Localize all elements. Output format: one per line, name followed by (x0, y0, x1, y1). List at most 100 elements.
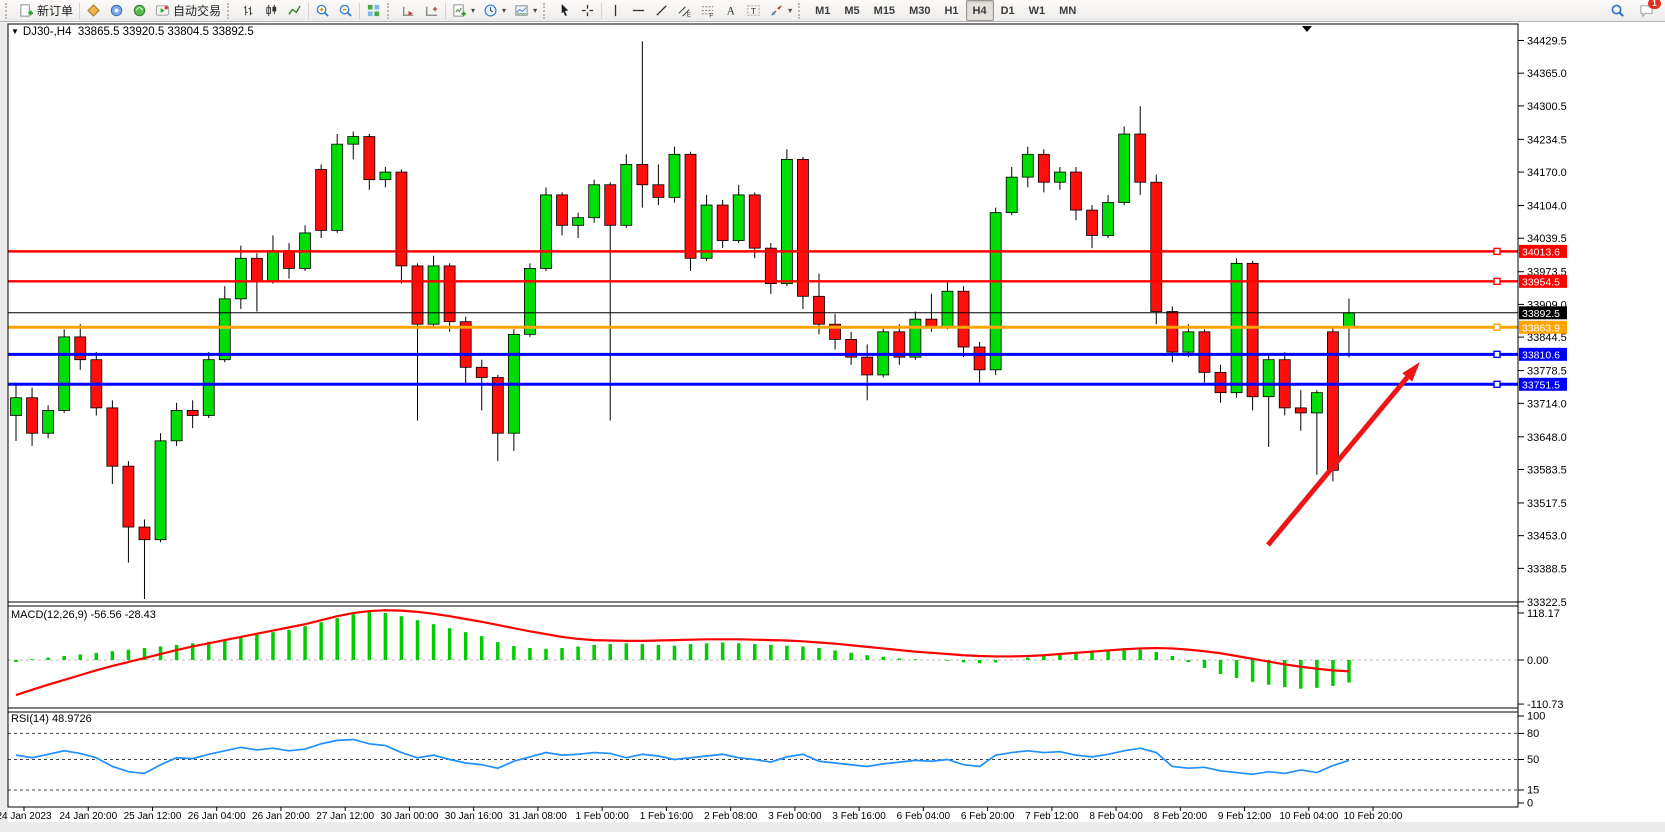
label-icon: T (746, 3, 761, 18)
equidistant-channel-button[interactable]: E (673, 0, 696, 21)
price-level-handle[interactable] (1494, 248, 1500, 254)
candle (797, 159, 808, 296)
candle (1087, 210, 1098, 235)
candle (749, 195, 760, 248)
candle (43, 410, 54, 433)
candle (781, 159, 792, 283)
candle (765, 248, 776, 283)
search-button[interactable] (1606, 0, 1629, 21)
timeframe-m30-button[interactable]: M30 (902, 0, 937, 21)
zoom-out-icon (338, 3, 353, 18)
navigator-button[interactable] (128, 0, 151, 21)
zoom-in-button[interactable] (311, 0, 334, 21)
toolbar-divider (359, 3, 360, 19)
timeframe-d1-button[interactable]: D1 (994, 0, 1022, 21)
macd-tick-label: -110.73 (1527, 699, 1564, 711)
indicators-icon (452, 3, 467, 18)
candle (316, 170, 327, 231)
time-axis-label: 7 Feb 12:00 (1025, 811, 1079, 822)
candle (733, 195, 744, 241)
toolbar-grip (5, 3, 12, 19)
timeframe-h1-button[interactable]: H1 (937, 0, 965, 21)
fibo-icon: F (700, 3, 715, 18)
price-tick-label: 33778.5 (1527, 366, 1567, 378)
time-axis-label: 2 Feb 08:00 (704, 811, 758, 822)
toolbar-grip (798, 3, 805, 19)
chevron-down-icon[interactable]: ▾ (788, 6, 792, 15)
candle (524, 268, 535, 334)
horizontal-line-button[interactable] (627, 0, 650, 21)
timeframe-w1-button[interactable]: W1 (1022, 0, 1053, 21)
chart-window: 34429.534365.034300.534234.534170.034104… (0, 22, 1665, 832)
crosshair-icon (580, 3, 595, 18)
price-level-tag-label: 33954.5 (1522, 276, 1560, 288)
toolbar: 新订单 自动交易 ▾ ▾ ▾ E F AT ▾ M1M5M15M30H1H4D1W1MN 1 (0, 0, 1665, 22)
candle (573, 218, 584, 226)
data-window-button[interactable] (105, 0, 128, 21)
macd-tick-label: 0.00 (1527, 655, 1548, 667)
candle (589, 185, 600, 218)
svg-text:F: F (709, 13, 713, 18)
bar-chart-button[interactable] (237, 0, 260, 21)
chart-svg[interactable]: 34429.534365.034300.534234.534170.034104… (0, 22, 1665, 832)
autotrade-label: 自动交易 (173, 2, 221, 19)
symbol-period-label: DJ30-,H4 (23, 26, 72, 38)
time-axis-label: 26 Jan 20:00 (252, 811, 310, 822)
price-tick-label: 34234.5 (1527, 134, 1567, 146)
new-order-button[interactable]: 新订单 (15, 0, 77, 21)
indicators-button[interactable]: ▾ (448, 0, 479, 21)
clock-icon (483, 3, 498, 18)
timeframe-m15-button[interactable]: M15 (867, 0, 902, 21)
price-tick-label: 33714.0 (1527, 398, 1567, 410)
auto-scroll-button[interactable] (397, 0, 420, 21)
collapse-trade-panel-icon[interactable]: ▼ (11, 27, 19, 36)
crosshair-button[interactable] (576, 0, 599, 21)
template-icon (514, 3, 529, 18)
trendline-button[interactable] (650, 0, 673, 21)
cursor-button[interactable] (553, 0, 576, 21)
chevron-down-icon[interactable]: ▾ (471, 6, 475, 15)
periods-button[interactable]: ▾ (479, 0, 510, 21)
price-level-handle[interactable] (1494, 324, 1500, 330)
chevron-down-icon[interactable]: ▾ (502, 6, 506, 15)
candle (1103, 202, 1114, 235)
vertical-line-button[interactable] (604, 0, 627, 21)
timeframe-m5-button[interactable]: M5 (837, 0, 866, 21)
autotrade-button[interactable]: 自动交易 (151, 0, 225, 21)
candle (492, 377, 503, 433)
zoom-out-button[interactable] (334, 0, 357, 21)
price-level-handle[interactable] (1494, 278, 1500, 284)
chevron-down-icon[interactable]: ▾ (533, 6, 537, 15)
price-level-handle[interactable] (1494, 351, 1500, 357)
time-axis-label: 8 Feb 20:00 (1154, 811, 1208, 822)
navigator-icon (132, 3, 147, 18)
candle (540, 195, 551, 269)
timeframe-h4-button[interactable]: H4 (966, 0, 994, 21)
arrows-button[interactable]: ▾ (765, 0, 796, 21)
search-icon (1610, 3, 1625, 18)
time-axis-label: 24 Jan 2023 (0, 811, 52, 822)
market-watch-button[interactable] (82, 0, 105, 21)
candle (862, 357, 873, 375)
templates-button[interactable]: ▾ (510, 0, 541, 21)
price-tick-label: 33388.5 (1527, 563, 1567, 575)
candle (637, 164, 648, 184)
line-chart-button[interactable] (283, 0, 306, 21)
fibonacci-button[interactable]: F (696, 0, 719, 21)
candlestick-chart-button[interactable] (260, 0, 283, 21)
timeframe-m1-button[interactable]: M1 (808, 0, 837, 21)
time-axis-label: 26 Jan 04:00 (188, 811, 246, 822)
candle (219, 299, 230, 360)
text-label-button[interactable]: T (742, 0, 765, 21)
chart-shift-button[interactable] (420, 0, 443, 21)
timeframe-mn-button[interactable]: MN (1052, 0, 1083, 21)
text-button[interactable]: A (719, 0, 742, 21)
rsi-tick-label: 50 (1527, 754, 1539, 766)
notifications-button[interactable]: 1 (1635, 0, 1658, 21)
candle (814, 296, 825, 324)
candle (284, 251, 295, 269)
auto-scroll-icon (401, 3, 416, 18)
tile-windows-button[interactable] (362, 0, 385, 21)
price-tick-label: 34300.5 (1527, 101, 1567, 113)
price-level-handle[interactable] (1494, 381, 1500, 387)
